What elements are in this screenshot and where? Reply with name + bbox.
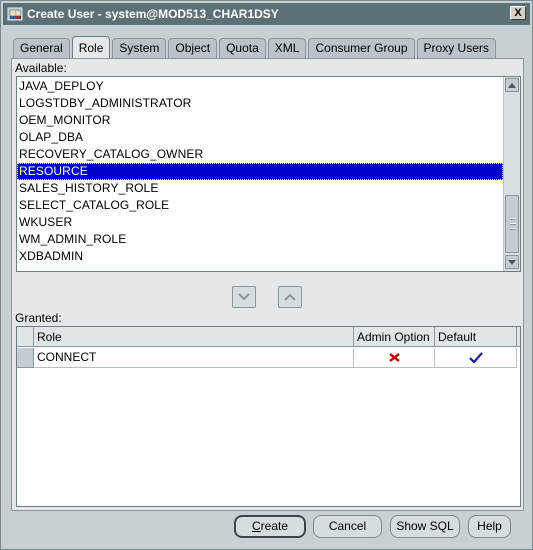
tab-consumer-group[interactable]: Consumer Group bbox=[308, 38, 415, 59]
window-title: Create User - system@MOD513_CHAR1DSY bbox=[27, 7, 279, 21]
list-item[interactable]: LOGSTDBY_ADMINISTRATOR bbox=[17, 95, 503, 112]
tab-object[interactable]: Object bbox=[168, 38, 218, 59]
column-header-default[interactable]: Default bbox=[435, 327, 517, 347]
list-item[interactable]: XDBADMIN bbox=[17, 248, 503, 265]
row-header[interactable] bbox=[17, 348, 34, 368]
help-button[interactable]: Help bbox=[468, 515, 511, 538]
table-row[interactable]: CONNECT bbox=[34, 348, 517, 368]
tab-general[interactable]: General bbox=[13, 38, 70, 59]
create-label: reate bbox=[260, 519, 289, 533]
checkmark-icon bbox=[468, 352, 483, 363]
arrow-down-icon bbox=[508, 259, 516, 265]
table-header: Role Admin Option Default bbox=[17, 327, 520, 347]
header-corner bbox=[17, 327, 34, 347]
app-icon bbox=[7, 6, 23, 22]
grip-line bbox=[510, 223, 516, 225]
title-bar[interactable]: Create User - system@MOD513_CHAR1DSY X bbox=[3, 3, 530, 25]
list-item[interactable]: OEM_MONITOR bbox=[17, 112, 503, 129]
grip-line bbox=[510, 218, 516, 220]
granted-roles-table[interactable]: Role Admin Option Default CONNECT bbox=[16, 326, 521, 507]
scroll-down-button[interactable] bbox=[505, 255, 519, 269]
cell-admin-option[interactable] bbox=[354, 348, 435, 367]
tab-proxy-users[interactable]: Proxy Users bbox=[416, 38, 496, 59]
chevron-down-icon bbox=[238, 293, 250, 301]
list-item-selected[interactable]: RESOURCE bbox=[17, 163, 503, 180]
cell-role[interactable]: CONNECT bbox=[34, 348, 354, 367]
column-header-role[interactable]: Role bbox=[34, 327, 354, 347]
list-item[interactable]: OLAP_DBA bbox=[17, 129, 503, 146]
list-item[interactable]: SELECT_CATALOG_ROLE bbox=[17, 197, 503, 214]
available-label: Available: bbox=[15, 61, 67, 75]
close-icon: X bbox=[514, 6, 522, 19]
list-item[interactable]: WKUSER bbox=[17, 214, 503, 231]
create-user-dialog: Create User - system@MOD513_CHAR1DSY X G… bbox=[0, 0, 533, 550]
grant-role-button[interactable] bbox=[232, 286, 256, 308]
list-item[interactable]: SALES_HISTORY_ROLE bbox=[17, 180, 503, 197]
arrow-up-icon bbox=[508, 82, 516, 88]
create-mnemonic: C bbox=[251, 519, 261, 533]
list-item[interactable]: RECOVERY_CATALOG_OWNER bbox=[17, 146, 503, 163]
chevron-up-icon bbox=[284, 293, 296, 301]
close-button[interactable]: X bbox=[510, 6, 526, 20]
tab-role[interactable]: Role bbox=[71, 36, 111, 59]
available-roles-list[interactable]: JAVA_DEPLOY LOGSTDBY_ADMINISTRATOR OEM_M… bbox=[16, 76, 521, 272]
cancel-button[interactable]: Cancel bbox=[313, 515, 382, 538]
granted-label: Granted: bbox=[15, 311, 62, 325]
column-header-admin-option[interactable]: Admin Option bbox=[354, 327, 435, 347]
list-item[interactable]: WM_ADMIN_ROLE bbox=[17, 231, 503, 248]
cross-icon bbox=[388, 353, 400, 362]
cell-default[interactable] bbox=[435, 348, 517, 367]
grip-line bbox=[510, 228, 516, 230]
list-item[interactable]: JAVA_DEPLOY bbox=[17, 78, 503, 95]
create-button[interactable]: Create bbox=[234, 515, 306, 538]
tab-xml[interactable]: XML bbox=[267, 38, 307, 59]
tab-quota[interactable]: Quota bbox=[219, 38, 266, 59]
scroll-up-button[interactable] bbox=[505, 78, 519, 92]
tab-strip: General Role System Object Quota XML Con… bbox=[13, 36, 498, 59]
scroll-thumb[interactable] bbox=[505, 195, 519, 253]
show-sql-button[interactable]: Show SQL bbox=[390, 515, 460, 538]
revoke-role-button[interactable] bbox=[278, 286, 302, 308]
tab-system[interactable]: System bbox=[112, 38, 167, 59]
vertical-scrollbar[interactable] bbox=[503, 77, 520, 271]
